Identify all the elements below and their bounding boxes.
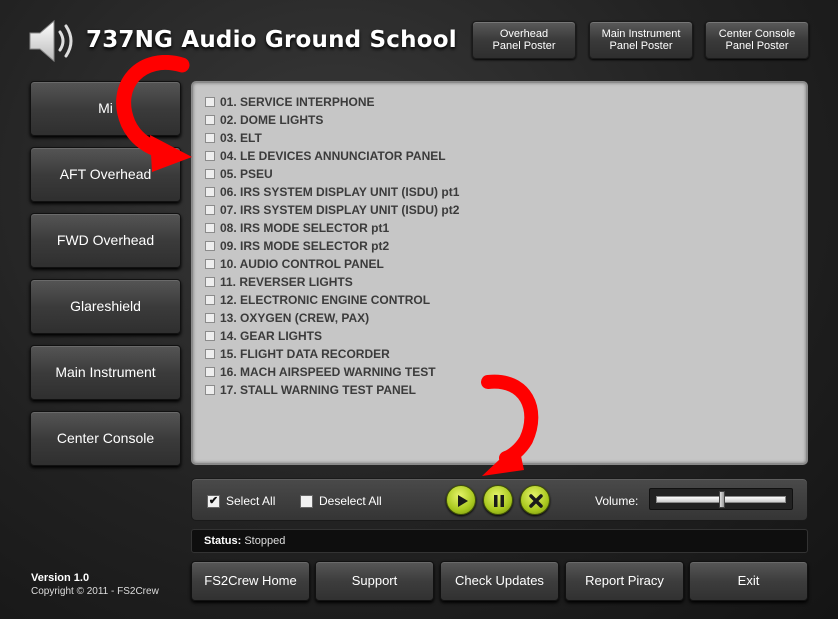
track-checkbox[interactable] (205, 115, 215, 125)
play-button[interactable] (446, 485, 476, 515)
track-item[interactable]: 11. REVERSER LIGHTS (205, 273, 459, 291)
track-label: 14. GEAR LIGHTS (220, 329, 323, 343)
overhead-panel-poster-button[interactable]: Overhead Panel Poster (472, 21, 576, 59)
track-item[interactable]: 15. FLIGHT DATA RECORDER (205, 345, 459, 363)
track-item[interactable]: 05. PSEU (205, 165, 459, 183)
stop-button[interactable] (520, 485, 550, 515)
track-item[interactable]: 17. STALL WARNING TEST PANEL (205, 381, 459, 399)
track-label: 17. STALL WARNING TEST PANEL (220, 383, 417, 397)
track-checkbox[interactable] (205, 295, 215, 305)
track-checkbox[interactable] (205, 313, 215, 323)
stop-icon (529, 494, 543, 508)
track-checkbox[interactable] (205, 241, 215, 251)
exit-button[interactable]: Exit (689, 561, 808, 601)
main-instrument-panel-poster-button[interactable]: Main Instrument Panel Poster (589, 21, 693, 59)
select-all-checkbox[interactable]: ✔ (207, 494, 220, 508)
track-list: 01. SERVICE INTERPHONE 02. DOME LIGHTS 03.… (205, 93, 459, 399)
poster-label-line2: Panel Poster (609, 40, 673, 52)
track-label: 07. IRS SYSTEM DISPLAY UNIT (ISDU) pt2 (220, 203, 460, 217)
report-piracy-button[interactable]: Report Piracy (565, 561, 684, 601)
app-window: 737NG Audio Ground School Overhead Panel… (0, 0, 838, 619)
track-list-panel: 01. SERVICE INTERPHONE 02. DOME LIGHTS 03.… (191, 81, 808, 465)
sidebar-item-glareshield[interactable]: Glareshield (30, 279, 181, 334)
track-checkbox[interactable] (205, 349, 215, 359)
volume-slider[interactable] (649, 488, 793, 510)
track-item[interactable]: 04. LE DEVICES ANNUNCIATOR PANEL (205, 147, 459, 165)
poster-label-line1: Overhead (499, 28, 549, 40)
track-label: 09. IRS MODE SELECTOR pt2 (220, 239, 390, 253)
track-item[interactable]: 06. IRS SYSTEM DISPLAY UNIT (ISDU) pt1 (205, 183, 459, 201)
track-item[interactable]: 10. AUDIO CONTROL PANEL (205, 255, 459, 273)
track-label: 10. AUDIO CONTROL PANEL (220, 257, 384, 271)
track-item[interactable]: 13. OXYGEN (CREW, PAX) (205, 309, 459, 327)
track-label: 05. PSEU (220, 167, 273, 181)
track-label: 15. FLIGHT DATA RECORDER (220, 347, 390, 361)
pause-button[interactable] (483, 485, 513, 515)
track-checkbox[interactable] (205, 223, 215, 233)
select-all-option[interactable]: ✔ Select All (207, 494, 275, 508)
app-title: 737NG Audio Ground School (86, 27, 457, 53)
track-label: 06. IRS SYSTEM DISPLAY UNIT (ISDU) pt1 (220, 185, 460, 199)
center-console-panel-poster-button[interactable]: Center Console Panel Poster (705, 21, 809, 59)
track-checkbox[interactable] (205, 367, 215, 377)
playback-control-bar: ✔ Select All Deselect All Volume: (191, 478, 808, 521)
fs2crew-home-button[interactable]: FS2Crew Home (191, 561, 310, 601)
sidebar-item-main-instrument[interactable]: Main Instrument (30, 345, 181, 400)
track-label: 13. OXYGEN (CREW, PAX) (220, 311, 370, 325)
track-checkbox[interactable] (205, 97, 215, 107)
sidebar-item-fwd-overhead[interactable]: FWD Overhead (30, 213, 181, 268)
poster-label-line2: Panel Poster (492, 40, 556, 52)
volume-slider-thumb[interactable] (719, 491, 725, 508)
play-icon (458, 495, 468, 507)
track-item[interactable]: 09. IRS MODE SELECTOR pt2 (205, 237, 459, 255)
volume-label: Volume: (595, 494, 639, 508)
track-item[interactable]: 12. ELECTRONIC ENGINE CONTROL (205, 291, 459, 309)
track-checkbox[interactable] (205, 133, 215, 143)
sidebar-item-aft-overhead[interactable]: AFT Overhead (30, 147, 181, 202)
version-text: Version 1.0 (31, 572, 90, 584)
track-label: 04. LE DEVICES ANNUNCIATOR PANEL (220, 149, 446, 163)
status-bar: Status: Stopped (191, 529, 808, 553)
track-item[interactable]: 16. MACH AIRSPEED WARNING TEST (205, 363, 459, 381)
track-item[interactable]: 08. IRS MODE SELECTOR pt1 (205, 219, 459, 237)
sidebar-item-mip[interactable]: Mi (30, 81, 181, 136)
poster-label-line1: Main Instrument (601, 28, 681, 40)
pause-icon (494, 495, 504, 507)
track-checkbox[interactable] (205, 385, 215, 395)
track-label: 11. REVERSER LIGHTS (220, 275, 353, 289)
track-item[interactable]: 01. SERVICE INTERPHONE (205, 93, 459, 111)
track-item[interactable]: 07. IRS SYSTEM DISPLAY UNIT (ISDU) pt2 (205, 201, 459, 219)
track-checkbox[interactable] (205, 187, 215, 197)
track-item[interactable]: 02. DOME LIGHTS (205, 111, 459, 129)
support-button[interactable]: Support (315, 561, 434, 601)
deselect-all-checkbox[interactable] (300, 494, 313, 508)
track-item[interactable]: 14. GEAR LIGHTS (205, 327, 459, 345)
track-label: 03. ELT (220, 131, 262, 145)
track-checkbox[interactable] (205, 151, 215, 161)
track-label: 12. ELECTRONIC ENGINE CONTROL (220, 293, 431, 307)
check-updates-button[interactable]: Check Updates (440, 561, 559, 601)
track-label: 01. SERVICE INTERPHONE (220, 95, 375, 109)
poster-label-line2: Panel Poster (725, 40, 789, 52)
deselect-all-option[interactable]: Deselect All (300, 494, 382, 508)
track-item[interactable]: 03. ELT (205, 129, 459, 147)
track-checkbox[interactable] (205, 277, 215, 287)
deselect-all-label: Deselect All (319, 494, 382, 508)
track-label: 08. IRS MODE SELECTOR pt1 (220, 221, 390, 235)
speaker-icon (29, 19, 73, 63)
select-all-label: Select All (226, 494, 276, 508)
track-checkbox[interactable] (205, 205, 215, 215)
status-label: Status: (204, 535, 242, 547)
track-label: 02. DOME LIGHTS (220, 113, 324, 127)
track-checkbox[interactable] (205, 169, 215, 179)
track-checkbox[interactable] (205, 259, 215, 269)
track-checkbox[interactable] (205, 331, 215, 341)
track-label: 16. MACH AIRSPEED WARNING TEST (220, 365, 436, 379)
poster-label-line1: Center Console (718, 28, 796, 40)
status-value: Stopped (244, 535, 286, 547)
copyright-text: Copyright © 2011 - FS2Crew (31, 586, 159, 597)
sidebar-item-center-console[interactable]: Center Console (30, 411, 181, 466)
